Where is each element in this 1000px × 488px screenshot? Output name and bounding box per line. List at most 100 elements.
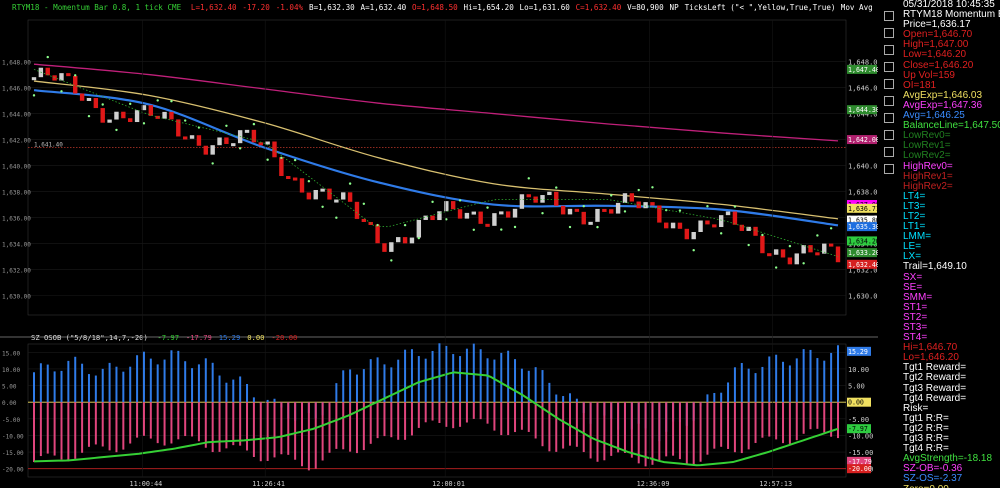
trail-dot [513,225,517,229]
chart-header: RTYM18 - Momentum Bar 0.8, 1 tick CME L=1… [12,3,878,12]
grid-icon[interactable] [884,113,894,123]
price-bar [299,178,305,193]
trail-dot [252,122,256,126]
price-bar [189,135,195,139]
trail-dot [761,233,764,237]
price-bar [581,211,586,225]
price-bar [347,192,353,202]
indicator-label: 15.29 [848,348,868,356]
trail-dot [458,199,462,202]
price-tick-label-left: 1,630.00 [2,294,31,301]
trail-dot [115,128,118,132]
trail-dot [719,232,723,235]
price-bar [231,143,236,147]
price-tick-label: 1,640.00 [848,163,878,171]
price-tick-label-left: 1,648.00 [2,60,31,67]
price-bar [134,110,140,123]
price-bar [808,245,813,253]
trail-dot [238,147,242,150]
price-bar [361,218,367,222]
price-tick-label-left: 1,638.00 [2,190,31,197]
price-tick-label-left: 1,644.00 [2,112,31,119]
price-bar [526,194,531,198]
price-bar [107,119,112,123]
indicator-tick-label-left: 5.00 [2,384,17,391]
price-bar [416,219,422,238]
price-bar [499,211,504,215]
trail-dot [46,55,49,59]
price-bar [182,136,188,140]
price-pane[interactable]: 1,648.00 1,646.00 1,644.00 1,642.00 1,640.00… [0,19,878,338]
cursor-icon[interactable] [884,11,894,21]
header-field: NP [670,3,680,12]
indicator-tick-label-left: -10.00 [2,433,24,440]
trail-dot [266,158,269,161]
price-bar [279,157,284,177]
text-icon[interactable] [884,62,894,72]
price-bar [828,243,834,247]
price-bar [450,201,456,210]
price-bar [643,202,648,209]
indicator-tick-label-left: 10.00 [2,367,20,374]
indicator-pane[interactable]: SZ OSOB ("5/8/18",14,7,-20) -7.97 -17.79 15… [2,333,873,478]
price-bar [100,108,105,123]
trail-dot [129,102,132,106]
price-bar [334,199,339,203]
trail-dot [541,212,544,215]
price-label: 1,647.40 [848,66,878,74]
level-line-label: 1,641.40 [34,141,63,148]
price-bar [780,249,786,258]
price-bar [622,193,628,203]
header-field: Mov Avg Exponential (Close,50,0) [841,3,878,12]
header-field: A=1,632.40 [361,3,407,12]
price-bar [512,208,518,218]
price-bar [767,253,772,257]
trail-dot [335,216,338,219]
color-icon[interactable] [884,147,894,157]
lock-icon[interactable] [884,130,894,140]
trail-dot [596,225,599,229]
trail-dot [733,205,737,208]
price-bar [258,142,263,146]
zoom-icon[interactable] [884,79,894,89]
trail-dot [802,262,805,265]
price-tick-label-left: 1,632.00 [2,268,31,275]
trail-dot [527,177,530,180]
draw-icon[interactable] [884,45,894,55]
price-tick-label-left: 1,642.00 [2,138,31,145]
price-bar [650,202,655,206]
crosshair-icon[interactable] [884,28,894,38]
price-bar [567,208,573,215]
trail-dot [500,228,503,231]
price-bar [760,235,765,254]
price-bar [409,237,415,244]
price-bar [306,192,312,200]
trail-dot [431,200,434,204]
price-bar [382,243,387,252]
header-field: -1.04% [276,3,304,12]
price-plot-area [27,19,847,316]
indicator-value: -20.00 [271,333,297,342]
trail-dot [390,259,393,262]
settings-icon[interactable] [884,164,894,174]
price-label: 1,634.20 [848,237,878,245]
eye-icon[interactable] [884,96,894,106]
price-bar [464,212,470,219]
time-tick-label: 12:36:09 [637,480,670,488]
price-bar [265,141,270,145]
price-bar [396,237,401,243]
header-field: V=80,900 [627,3,664,12]
trail-dot [348,182,352,185]
trail-dot [555,186,558,189]
chart-canvas[interactable]: RTYM18 - Momentum Bar 0.8, 1 tick CME L=1… [0,0,878,488]
price-tick-label-left: 1,636.00 [2,216,31,223]
trail-dot [156,99,159,102]
price-bar [210,145,215,155]
price-bar [712,224,717,228]
price-bar [292,177,298,181]
price-bar [86,97,92,101]
price-bar [560,205,566,215]
price-tick-label-left: 1,640.00 [2,164,31,171]
price-tick-label: 1,638.00 [848,189,878,197]
price-bar [59,73,64,81]
